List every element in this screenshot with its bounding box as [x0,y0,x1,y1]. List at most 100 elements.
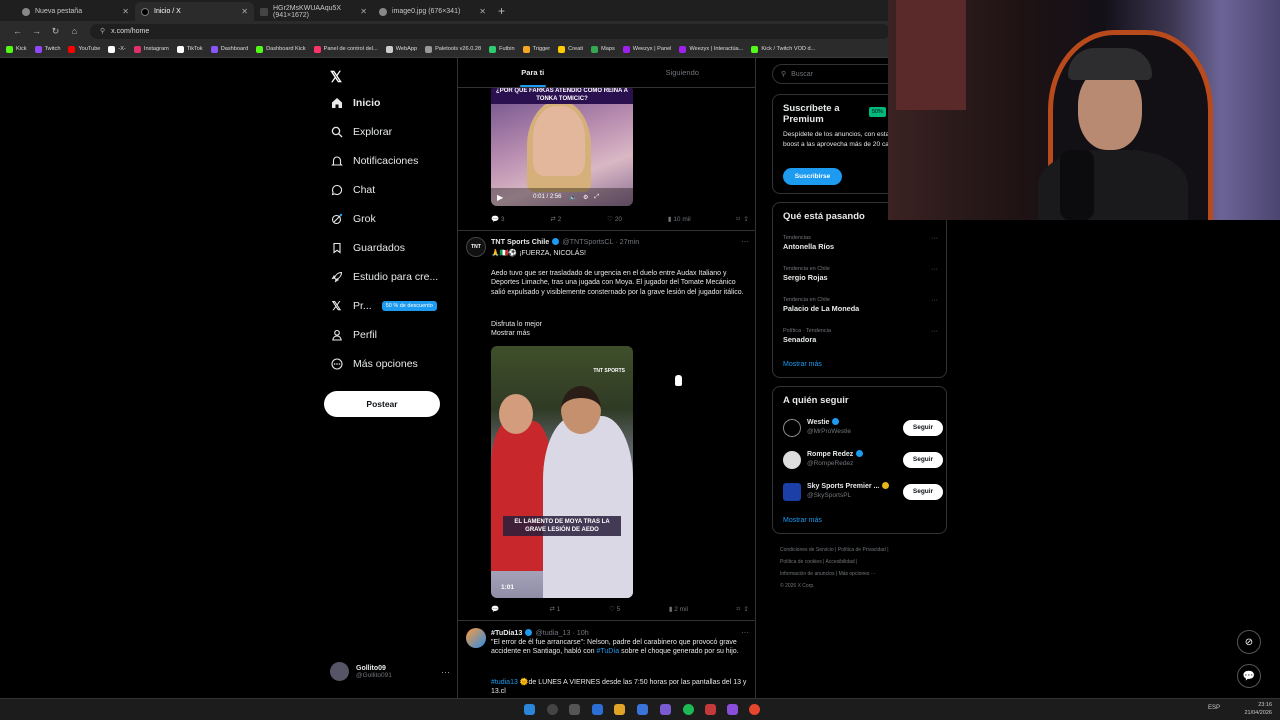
chrome-icon[interactable] [749,704,760,715]
show-more-link[interactable]: Mostrar más [783,517,822,524]
forward-icon[interactable]: → [27,26,46,36]
url-field[interactable]: ⚲ x.com/home [90,23,890,39]
more-icon[interactable]: ··· [931,297,938,304]
follow-suggestion[interactable]: Sky Sports Premier ... @SkySportsPL Segui… [783,481,943,503]
follow-button[interactable]: Seguir [903,452,943,468]
bookmark-item[interactable]: YouTube [68,45,100,53]
volume-icon[interactable]: 🔈 [570,194,577,201]
like-button[interactable]: ♡ 20 [607,215,622,224]
bookmark-item[interactable]: TikTok [176,45,203,53]
clock[interactable]: 23:16 21/04/2026 [1244,701,1272,717]
home-icon[interactable]: ⌂ [65,26,84,36]
author-name[interactable]: #TuDía13 [491,628,522,637]
footer-link[interactable]: Información de anuncios [780,571,834,577]
windows-start-icon[interactable] [524,704,535,715]
browser-tab-active[interactable]: Inicio / X ✕ [135,2,254,21]
more-icon[interactable]: ··· [741,237,749,246]
account-switcher[interactable]: Gollito09 @Gollito091 ··· [330,662,450,681]
share-icon[interactable]: ⇪ [744,605,749,613]
browser-tab[interactable]: Nueva pestaña ✕ [16,2,135,21]
footer-link[interactable]: Condiciones de Servicio [780,547,834,553]
app-icon[interactable] [637,704,648,715]
author-name[interactable]: TNT Sports Chile [491,237,549,246]
nav-bookmarks[interactable]: Guardados [330,241,405,254]
search-icon[interactable] [547,704,558,715]
grok-floating-button[interactable]: ⊘ [1237,630,1261,654]
footer-link[interactable]: Accesibilidad [826,559,855,565]
follow-suggestion[interactable]: Westie @MrProWestie Seguir [783,417,943,439]
post-time[interactable]: · 10h [572,628,588,637]
hashtag-link[interactable]: #tudia13 [491,679,518,686]
bookmark-button[interactable]: ⌑ ⇪ [737,605,749,613]
repost-button[interactable]: ⇄ 1 [550,605,561,614]
show-more-link[interactable]: Mostrar más [783,361,822,368]
follow-button[interactable]: Seguir [903,484,943,500]
bookmark-item[interactable]: Dashboard [210,45,248,53]
footer-link[interactable]: Política de cookies [780,559,822,565]
post-video[interactable]: TNT SPORTS EL LAMENTO DE MOYA TRAS LA GR… [491,346,633,598]
bookmark-item[interactable]: Twitch [34,45,60,53]
language-indicator[interactable]: ESP [1208,705,1220,711]
views-button[interactable]: ▮ 10 mil [668,215,691,224]
author-handle[interactable]: @tudia_13 [535,628,570,637]
nav-profile[interactable]: Perfil [330,328,377,341]
hashtag-link[interactable]: #TuDía [596,648,619,655]
footer-link[interactable]: Más opciones ··· [839,571,876,577]
tab-for-you[interactable]: Para ti [458,58,608,87]
bookmark-item[interactable]: -X- [108,45,126,53]
nav-chat[interactable]: Chat [330,183,375,196]
folder-icon[interactable] [614,704,625,715]
browser-tab[interactable]: image0.jpg (676×341) ✕ [373,2,492,21]
bookmark-item[interactable]: Instagram [133,45,169,53]
repost-button[interactable]: ⇄ 2 [550,215,561,224]
nav-explore[interactable]: Explorar [330,125,392,138]
bookmark-item[interactable]: Weezyx | Interactúa... [679,45,743,53]
settings-icon[interactable]: ⚙ [583,194,588,201]
bookmark-item[interactable]: Panel de control del... [313,45,378,53]
app-icon[interactable] [592,704,603,715]
play-icon[interactable]: ▶ [497,193,503,202]
nav-notifications[interactable]: Notificaciones [330,154,418,167]
taskview-icon[interactable] [569,704,580,715]
tab-following[interactable]: Siguiendo [608,58,756,87]
avatar[interactable]: TNT [466,237,486,257]
more-icon[interactable]: ··· [441,667,450,677]
views-button[interactable]: ▮ 2 mil [669,605,688,614]
post-time[interactable]: · 27min [615,237,639,246]
post-tudia13[interactable]: #TuDía13 @tudia_13 · 10h ··· "El error d… [466,628,751,698]
site-info-icon[interactable]: ⚲ [100,27,105,35]
back-icon[interactable]: ← [8,26,27,36]
nav-grok[interactable]: Grok [330,212,376,225]
trend-item[interactable]: Tendencias Antonella Ríos ··· [783,235,938,251]
share-icon[interactable]: ⇪ [744,215,749,223]
bookmark-item[interactable]: Futbin [489,45,515,53]
follow-button[interactable]: Seguir [903,420,943,436]
nav-more-options[interactable]: Más opciones [330,357,418,370]
nav-home[interactable]: Inicio [330,96,380,109]
fullscreen-icon[interactable]: ⤢ [594,194,599,201]
footer-link[interactable]: Política de Privacidad [838,547,886,553]
author-handle[interactable]: @TNTSportsCL [562,237,613,246]
new-tab-button[interactable]: + [498,2,505,21]
close-icon[interactable]: ✕ [241,7,248,16]
reply-button[interactable]: 💬 3 [491,215,505,224]
bookmark-item[interactable]: Dashboard Kick [256,45,306,53]
show-more-link[interactable]: Mostrar más [491,329,749,338]
bookmark-button[interactable]: ⌑ ⇪ [737,215,749,223]
avatar[interactable] [466,628,486,648]
more-icon[interactable]: ··· [931,235,938,242]
close-icon[interactable]: ✕ [360,7,367,16]
spotify-icon[interactable] [683,704,694,715]
reply-button[interactable]: 💬 [491,605,501,613]
bookmark-item[interactable]: Weezyx | Panel [622,45,671,53]
bookmark-item[interactable]: Kick / Twitch VOD d... [751,45,815,53]
bookmark-item[interactable]: Kick [6,45,27,53]
post-button[interactable]: Postear [324,391,440,417]
nav-creator-studio[interactable]: Estudio para cre... [330,270,438,283]
more-icon[interactable]: ··· [931,266,938,273]
more-icon[interactable]: ··· [931,328,938,335]
bookmark-item[interactable]: Paletools v26.0.28 [425,45,481,53]
app-icon[interactable] [727,704,738,715]
nav-premium[interactable]: 𝕏 Pr... 50 % de descuento [330,299,437,313]
trend-item[interactable]: Política · Tendencia Senadora ··· [783,328,938,344]
